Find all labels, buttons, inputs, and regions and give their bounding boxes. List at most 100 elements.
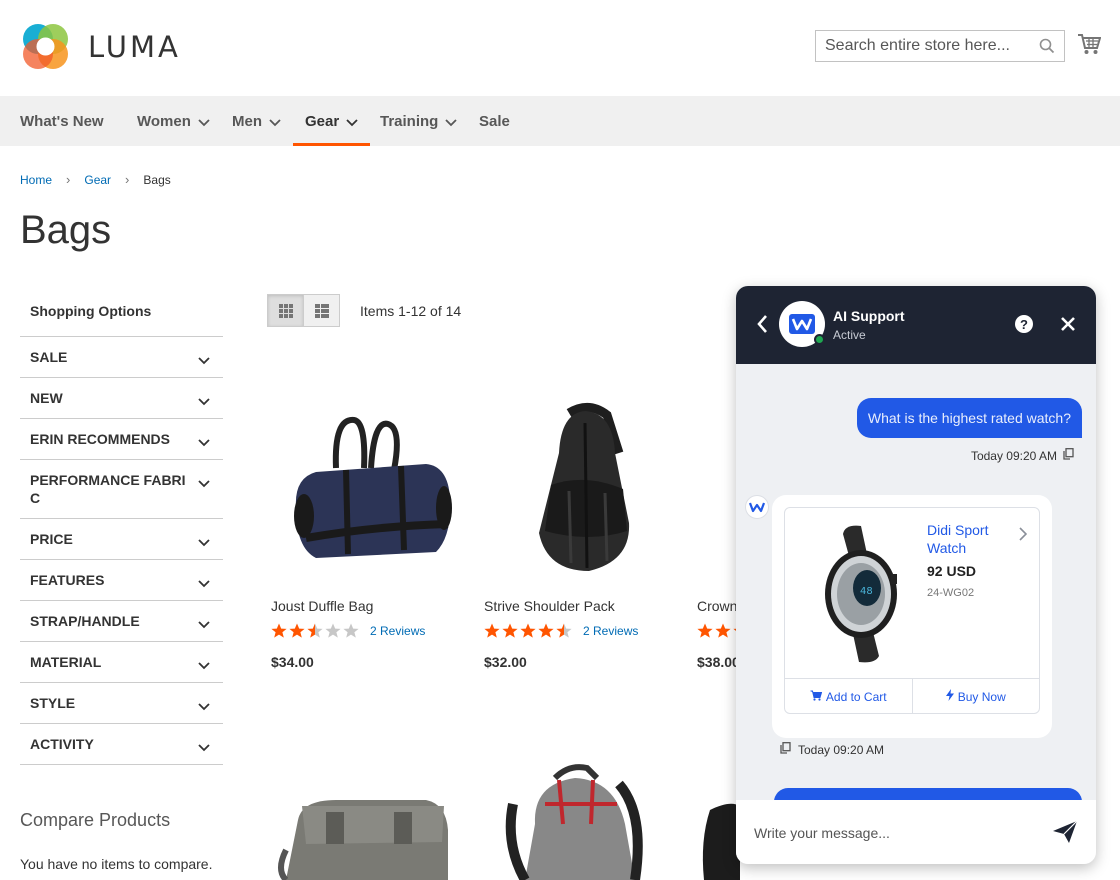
filter-label: PRICE: [30, 531, 73, 547]
nav-item-men[interactable]: Men: [232, 96, 281, 146]
nav-item-whats-new[interactable]: What's New: [20, 96, 104, 146]
chat-messages[interactable]: What is the highest rated watch? Today 0…: [736, 364, 1096, 800]
breadcrumb-gear[interactable]: Gear: [84, 173, 111, 187]
page-title: Bags: [20, 208, 112, 252]
svg-text:48: 48: [860, 586, 873, 597]
shopping-options-sidebar: Shopping Options SALE NEW ERIN RECOMMEND…: [20, 296, 223, 765]
search-box[interactable]: [815, 30, 1065, 62]
search-input[interactable]: [816, 31, 1026, 61]
chevron-down-icon: [346, 114, 358, 131]
list-view-button[interactable]: [303, 294, 340, 327]
product-image[interactable]: [484, 378, 674, 598]
grid-icon: [278, 303, 293, 318]
product-price: $34.00: [271, 654, 314, 670]
back-arrow-icon[interactable]: [756, 314, 768, 339]
ai-support-chat-widget: AI Support Active ? What is the highest …: [736, 286, 1096, 864]
help-icon[interactable]: ?: [1015, 315, 1033, 333]
filter-price[interactable]: PRICE: [20, 519, 223, 560]
product-price: 92 USD: [927, 563, 977, 579]
luma-logo[interactable]: LUMA: [20, 21, 181, 72]
filter-label: SALE: [30, 349, 68, 365]
breadcrumb: Home › Gear › Bags: [20, 172, 171, 187]
filter-style[interactable]: STYLE: [20, 683, 223, 724]
close-icon[interactable]: [1060, 316, 1076, 337]
product-name[interactable]: Joust Duffle Bag: [271, 598, 461, 614]
nav-label: Women: [137, 112, 191, 130]
filter-features[interactable]: FEATURES: [20, 560, 223, 601]
agent-avatar: [779, 301, 825, 347]
nav-item-sale[interactable]: Sale: [479, 96, 510, 146]
nav-item-gear[interactable]: Gear: [292, 96, 371, 146]
filter-label: MATERIAL: [30, 654, 102, 670]
w-logo-icon: [789, 314, 815, 334]
chevron-down-icon: [198, 656, 210, 674]
message-input[interactable]: [754, 822, 1034, 844]
agent-status: Active: [833, 328, 866, 342]
filter-strap-handle[interactable]: STRAP/HANDLE: [20, 601, 223, 642]
agent-name: AI Support: [833, 308, 905, 324]
product-item: Strive Shoulder Pack 2 Reviews $32.00: [484, 378, 674, 670]
chevron-down-icon: [445, 114, 457, 131]
breadcrumb-home[interactable]: Home: [20, 173, 52, 187]
product-item: Joust Duffle Bag 2 Reviews $34.00: [271, 378, 461, 670]
chevron-down-icon: [198, 474, 210, 492]
filter-label: FEATURES: [30, 572, 105, 588]
main-navigation: What's New Women Men Gear Training Sale: [0, 96, 1120, 146]
product-name[interactable]: Strive Shoulder Pack: [484, 598, 674, 614]
breadcrumb-current: Bags: [143, 172, 171, 187]
nav-label: Gear: [305, 112, 340, 130]
breadcrumb-separator: ›: [66, 172, 71, 187]
chevron-down-icon: [198, 738, 210, 756]
nav-item-training[interactable]: Training: [380, 96, 457, 146]
copy-icon[interactable]: [780, 742, 791, 757]
buy-now-button[interactable]: Buy Now: [911, 679, 1040, 714]
filter-activity[interactable]: ACTIVITY: [20, 724, 223, 765]
search-icon[interactable]: [1039, 38, 1055, 59]
timestamp-text: Today 09:20 AM: [970, 448, 1057, 463]
chevron-down-icon: [198, 697, 210, 715]
luma-logo-icon: [20, 21, 71, 72]
copy-icon[interactable]: [1063, 448, 1074, 463]
add-to-cart-button[interactable]: Add to Cart: [785, 679, 912, 714]
cart-icon: [810, 690, 823, 704]
product-image[interactable]: 48: [805, 524, 915, 664]
chat-header: AI Support Active ?: [736, 286, 1096, 364]
filter-label: STYLE: [30, 695, 76, 711]
chevron-down-icon: [198, 433, 210, 451]
reviews-link[interactable]: 2 Reviews: [370, 624, 425, 638]
chat-input-area: [736, 800, 1096, 864]
product-image[interactable]: [505, 764, 655, 880]
filter-sale[interactable]: SALE: [20, 337, 223, 378]
nav-label: Men: [232, 112, 262, 130]
product-image[interactable]: [271, 378, 461, 598]
product-recommendation-card[interactable]: 48 Didi Sport Watch 92 USD 24-WG02 Add t…: [784, 507, 1040, 714]
user-message-bubble: [774, 788, 1082, 800]
product-image[interactable]: [276, 790, 456, 880]
chevron-down-icon: [198, 114, 210, 131]
bot-message-bubble: 48 Didi Sport Watch 92 USD 24-WG02 Add t…: [772, 495, 1052, 738]
filter-erin-recommends[interactable]: ERIN RECOMMENDS: [20, 419, 223, 460]
send-icon[interactable]: [1052, 820, 1078, 849]
user-message-bubble: What is the highest rated watch?: [856, 398, 1082, 438]
user-message-timestamp: Today 09:20 AM: [971, 448, 1074, 463]
breadcrumb-separator: ›: [125, 172, 130, 187]
nav-item-women[interactable]: Women: [137, 96, 210, 146]
shopping-cart-icon[interactable]: [1077, 33, 1102, 60]
rating-stars: [271, 623, 361, 639]
product-image[interactable]: [700, 800, 740, 880]
filter-performance-fabric[interactable]: PERFORMANCE FABRI C: [20, 460, 223, 519]
product-rating: 2 Reviews: [484, 623, 674, 639]
add-to-cart-label: Add to Cart: [825, 689, 887, 704]
product-name-link[interactable]: Didi Sport Watch: [927, 521, 1009, 557]
reviews-link[interactable]: 2 Reviews: [583, 624, 638, 638]
product-sku: 24-WG02: [927, 587, 975, 599]
grid-view-button[interactable]: [267, 294, 304, 327]
compare-empty-message: You have no items to compare.: [20, 856, 213, 872]
product-actions: Add to Cart Buy Now: [785, 678, 1039, 714]
filter-label: PERFORMANCE FABRI C: [30, 472, 186, 506]
filter-material[interactable]: MATERIAL: [20, 642, 223, 683]
chevron-down-icon: [198, 533, 210, 551]
filter-new[interactable]: NEW: [20, 378, 223, 419]
chevron-right-icon[interactable]: [1019, 527, 1028, 546]
compare-products-title: Compare Products: [20, 810, 171, 830]
